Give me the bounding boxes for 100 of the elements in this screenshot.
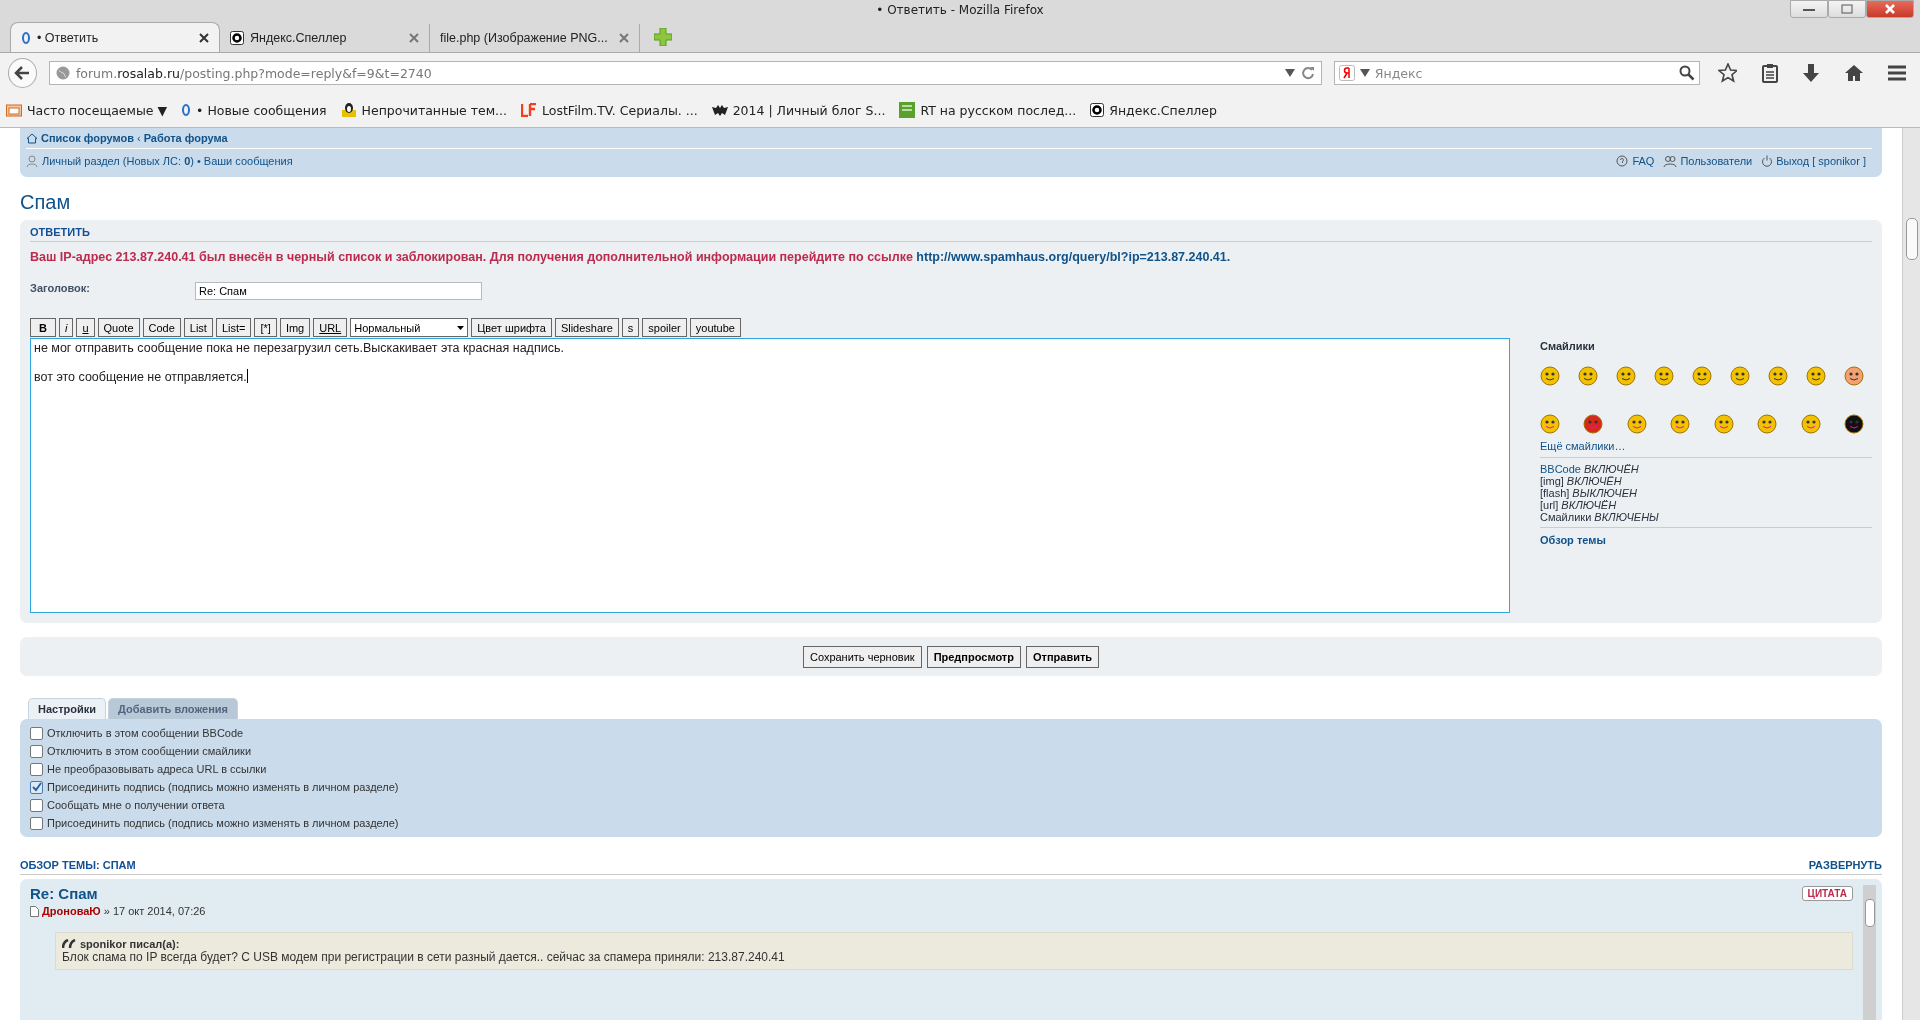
document-icon [30,905,39,917]
quote-mark-icon [62,939,76,949]
section-heading: ОТВЕТИТЬ [30,226,1872,242]
format-button[interactable]: [*] [254,318,277,337]
post-title[interactable]: Re: Спам [30,885,98,902]
format-button[interactable]: List [183,318,213,337]
close-tab-icon[interactable] [199,32,209,43]
clipboard-icon[interactable] [1760,63,1779,83]
window-title: • Ответить - Mozilla Firefox [876,3,1044,17]
back-arrow-icon [14,66,31,80]
format-button[interactable]: spoiler [642,318,687,337]
checkbox[interactable] [30,744,43,758]
topic-review-link[interactable]: Обзор темы [1540,534,1872,546]
back-button[interactable] [8,58,37,88]
user-icon [26,155,39,167]
home-icon[interactable] [1843,64,1863,82]
format-button[interactable]: Цвет шрифта [471,318,552,337]
bookmark-star-icon[interactable] [1717,63,1737,83]
option-label: Присоединить подпись (подпись можно изменять в личном разделе) [47,781,399,793]
search-icon[interactable] [1678,65,1695,81]
minimize-button[interactable] [1790,0,1828,18]
your-posts-link[interactable]: Ваши сообщения [203,155,293,167]
speller-favicon-icon [1090,103,1105,117]
address-field[interactable]: forum.rosalab.ru/posting.php?mode=reply&f=9&t=2740 [48,61,1322,85]
spamhaus-link[interactable]: http://www.spamhaus.org/query/bl?ip=213.87.240.41. [916,250,1231,264]
feature-name: [img] [1540,475,1564,487]
format-button[interactable]: Img [279,318,311,337]
dropdown-icon[interactable] [1359,69,1370,77]
quote-button[interactable]: ЦИТАТА [1801,886,1853,901]
smiley-icon[interactable] [1654,366,1674,386]
url-text: forum.rosalab.ru/posting.php?mode=reply&f=9&t=2740 [75,65,433,81]
close-button[interactable] [1866,0,1914,18]
format-button[interactable]: Code [142,318,181,337]
quote-text: Блок спама по IP всегда будет? С USB модем при регистрации в сети разный дается.. сейчас за спамера приняли: 213.87.240.41 [62,950,786,964]
browser-tab[interactable]: • Ответить [10,22,220,52]
format-button[interactable]: Slideshare [554,318,619,337]
private-section-link[interactable]: Личный раздел (Новых ЛС: 0) [42,155,194,167]
header-link[interactable]: Выход [ sponikor ] [1776,155,1866,167]
smiley-icon[interactable] [1843,414,1864,434]
options-tab[interactable]: Добавить вложения [108,698,238,719]
message-field[interactable]: не мог отправить сообщение пока не перезагрузил сеть.Выскакивает эта красная надпись. вот это сообщение не отправляется. [30,338,1510,613]
close-icon [1884,3,1896,15]
header-link[interactable]: FAQ [1632,155,1655,167]
checkbox[interactable] [30,726,43,740]
author-link[interactable]: ДроноваЮ [42,905,101,917]
format-button[interactable]: u [76,318,95,337]
checkbox[interactable] [30,762,43,776]
submit-button[interactable]: Предпросмотр [926,645,1021,668]
dropdown-icon [457,325,465,330]
italic-button[interactable]: i [58,318,74,337]
smiley-icon[interactable] [1616,366,1636,386]
smiley-icon[interactable] [1806,366,1826,386]
lf-logo-icon [521,103,538,117]
post-date: » 17 окт 2014, 07:26 [103,905,206,917]
bbcode-link[interactable]: BBCode [1540,463,1581,475]
option-label: Отключить в этом сообщении BBCode [47,727,244,739]
checkbox[interactable] [30,816,43,830]
format-button[interactable]: youtube [689,318,741,337]
smiley-icon[interactable] [1583,414,1604,434]
home-icon [26,132,38,144]
format-button[interactable]: List= [215,318,252,337]
smiley-icon[interactable] [1730,366,1750,386]
download-icon[interactable] [1802,63,1820,83]
breadcrumb-link[interactable]: Список форумов [41,132,134,144]
format-button[interactable]: s [621,318,640,337]
browser-tab[interactable]: file.php (Изображение PNG... [430,24,640,52]
page-scrollbar[interactable] [1902,128,1920,1020]
subject-field[interactable]: Re: Спам [195,282,482,300]
expand-link[interactable]: РАЗВЕРНУТЬ [1808,859,1882,874]
speller-favicon-icon [230,31,244,45]
smiley-icon[interactable] [1540,366,1560,386]
folder-icon [6,103,22,117]
checkbox[interactable] [30,780,43,794]
options-tab[interactable]: Настройки [28,698,107,719]
header-link[interactable]: Пользователи [1680,155,1753,167]
search-field[interactable]: Яндекс [1333,61,1700,85]
search-placeholder: Яндекс [1374,65,1424,81]
dropdown-icon[interactable] [1284,69,1295,77]
smiley-icon[interactable] [1844,366,1864,386]
submit-button[interactable]: Сохранить черновик [802,645,922,668]
bold-button[interactable]: B [30,318,56,337]
breadcrumb-link[interactable]: Работа форума [143,132,228,144]
yandex-engine-icon[interactable] [1338,65,1355,81]
format-button[interactable]: Quote [97,318,140,337]
menu-icon[interactable] [1886,65,1906,81]
feature-state: ВКЛЮЧЕНЫ [1594,511,1659,523]
tab-label: • Ответить [37,30,100,45]
checkbox[interactable] [30,798,43,812]
browser-tab[interactable]: Яндекс.Спеллер [220,24,430,52]
reload-icon[interactable] [1300,66,1315,80]
smiley-icon[interactable] [1578,366,1598,386]
format-button[interactable]: URL [313,318,348,337]
breadcrumb-separator: ‹ [136,132,141,144]
smiley-icon[interactable] [1692,366,1712,386]
smiley-icon[interactable] [1768,366,1788,386]
feature-state: ВКЛЮЧЁН [1566,475,1622,487]
submit-button[interactable]: Отправить [1025,645,1100,668]
more-smilies-link[interactable]: Ещё смайлики… [1540,440,1872,458]
font-size-select[interactable]: Нормальный [350,318,469,337]
penguin-icon [340,102,357,118]
